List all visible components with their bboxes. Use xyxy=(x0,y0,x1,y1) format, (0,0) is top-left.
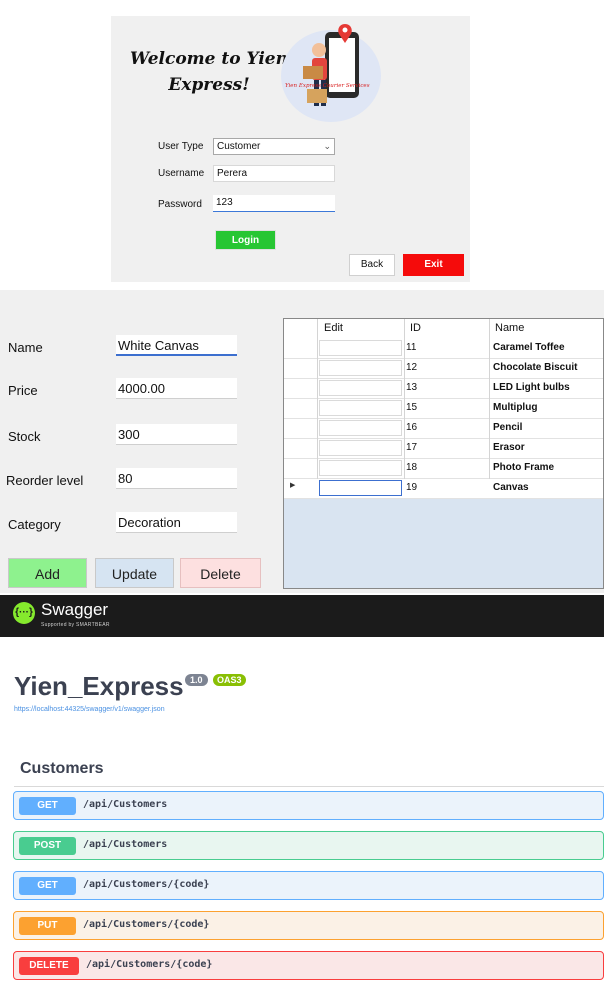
login-form: Welcome to Yien Express! Yien Express Co… xyxy=(111,16,470,282)
edit-cell[interactable] xyxy=(319,380,402,396)
id-cell: 19 xyxy=(406,482,418,493)
current-row-icon: ▶ xyxy=(290,482,296,489)
operation-post-customers[interactable]: POST /api/Customers xyxy=(13,831,604,860)
operation-put-customer-by-code[interactable]: PUT /api/Customers/{code} xyxy=(13,911,604,940)
usertype-value: Customer xyxy=(217,141,261,152)
products-grid[interactable]: Edit ID Name 11 Caramel Toffee 12 Chocol… xyxy=(283,318,604,589)
table-row[interactable]: 13 LED Light bulbs xyxy=(284,379,603,399)
product-form: Name White Canvas Price 4000.00 Stock 30… xyxy=(0,290,604,593)
login-button[interactable]: Login xyxy=(215,230,276,250)
stock-field[interactable]: 300 xyxy=(116,424,237,445)
back-button[interactable]: Back xyxy=(349,254,395,276)
id-cell: 17 xyxy=(406,442,418,453)
method-badge: PUT xyxy=(19,917,76,935)
edit-cell[interactable] xyxy=(319,420,402,436)
logo-caption: Yien Express Courier Services xyxy=(285,83,370,89)
column-header-edit[interactable]: Edit xyxy=(324,322,343,334)
column-divider xyxy=(317,319,318,479)
reorder-level-field[interactable]: 80 xyxy=(116,468,237,489)
id-cell: 12 xyxy=(406,362,418,373)
id-cell: 18 xyxy=(406,462,418,473)
name-cell: Multiplug xyxy=(493,402,538,413)
update-button[interactable]: Update xyxy=(95,558,174,588)
operation-path: /api/Customers/{code} xyxy=(86,959,213,970)
operation-path: /api/Customers/{code} xyxy=(83,879,210,890)
name-cell: LED Light bulbs xyxy=(493,382,570,393)
courier-logo: Yien Express Courier Services xyxy=(281,24,381,122)
column-divider xyxy=(489,319,490,479)
table-row[interactable]: 17 Erasor xyxy=(284,439,603,459)
swagger-brand-sub: Supported by SMARTBEAR xyxy=(41,622,110,628)
delete-button[interactable]: Delete xyxy=(180,558,261,588)
edit-cell[interactable] xyxy=(319,440,402,456)
id-cell: 11 xyxy=(406,342,417,353)
operation-delete-customer-by-code[interactable]: DELETE /api/Customers/{code} xyxy=(13,951,604,980)
grid-header: Edit ID Name xyxy=(284,319,603,340)
swagger-logo-icon[interactable]: {···} xyxy=(13,602,35,624)
edit-cell[interactable] xyxy=(319,340,402,356)
operation-path: /api/Customers xyxy=(83,839,168,850)
operation-get-customer-by-code[interactable]: GET /api/Customers/{code} xyxy=(13,871,604,900)
spec-url-link[interactable]: https://localhost:44325/swagger/v1/swagg… xyxy=(14,706,165,713)
method-badge: GET xyxy=(19,797,76,815)
price-field[interactable]: 4000.00 xyxy=(116,378,237,399)
table-row-selected[interactable]: ▶ 19 Canvas xyxy=(284,479,603,499)
stock-label: Stock xyxy=(8,429,41,444)
name-cell: Caramel Toffee xyxy=(493,342,565,353)
swagger-brand[interactable]: Swagger xyxy=(41,600,108,620)
version-badge: 1.0 xyxy=(185,674,208,686)
id-cell: 15 xyxy=(406,402,418,413)
column-header-name[interactable]: Name xyxy=(495,322,524,334)
operation-get-customers[interactable]: GET /api/Customers xyxy=(13,791,604,820)
column-divider xyxy=(404,319,405,479)
api-title: Yien_Express xyxy=(14,671,184,701)
name-field[interactable]: White Canvas xyxy=(116,335,237,356)
exit-button[interactable]: Exit xyxy=(403,254,464,276)
price-label: Price xyxy=(8,383,38,398)
oas-badge: OAS3 xyxy=(213,674,246,686)
usertype-label: User Type xyxy=(158,141,204,152)
swagger-topbar: {···} Swagger Supported by SMARTBEAR xyxy=(0,595,604,637)
edit-cell[interactable] xyxy=(319,360,402,376)
method-badge: DELETE xyxy=(19,957,79,975)
edit-cell[interactable] xyxy=(319,460,402,476)
chevron-down-icon: ⌄ xyxy=(323,141,331,151)
method-badge: POST xyxy=(19,837,76,855)
name-cell: Photo Frame xyxy=(493,462,555,473)
name-label: Name xyxy=(8,340,43,355)
name-cell: Chocolate Biscuit xyxy=(493,362,578,373)
welcome-heading: Welcome to Yien Express! xyxy=(119,46,299,98)
password-label: Password xyxy=(158,199,202,210)
table-row[interactable]: 15 Multiplug xyxy=(284,399,603,419)
category-label: Category xyxy=(8,517,61,532)
table-row[interactable]: 12 Chocolate Biscuit xyxy=(284,359,603,379)
edit-cell[interactable] xyxy=(319,400,402,416)
name-cell: Erasor xyxy=(493,442,525,453)
category-field[interactable]: Decoration xyxy=(116,512,237,533)
method-badge: GET xyxy=(19,877,76,895)
table-row[interactable]: 18 Photo Frame xyxy=(284,459,603,479)
username-field[interactable]: Perera xyxy=(213,165,335,182)
usertype-select[interactable]: Customer ⌄ xyxy=(213,138,335,155)
name-cell: Pencil xyxy=(493,422,523,433)
name-cell: Canvas xyxy=(493,482,529,493)
table-row[interactable]: 11 Caramel Toffee xyxy=(284,339,603,359)
operation-path: /api/Customers/{code} xyxy=(83,919,210,930)
edit-cell[interactable] xyxy=(319,480,402,496)
section-title-customers[interactable]: Customers xyxy=(20,760,104,778)
welcome-line-2: Express! xyxy=(168,75,250,95)
reorder-level-label: Reorder level xyxy=(6,473,84,488)
section-divider xyxy=(14,786,604,787)
id-cell: 13 xyxy=(406,382,418,393)
column-header-id[interactable]: ID xyxy=(410,322,421,334)
welcome-line-1: Welcome to Yien xyxy=(130,49,288,69)
add-button[interactable]: Add xyxy=(8,558,87,588)
operation-path: /api/Customers xyxy=(83,799,168,810)
table-row[interactable]: 16 Pencil xyxy=(284,419,603,439)
password-field[interactable]: 123 xyxy=(213,195,335,212)
id-cell: 16 xyxy=(406,422,418,433)
username-label: Username xyxy=(158,168,205,179)
